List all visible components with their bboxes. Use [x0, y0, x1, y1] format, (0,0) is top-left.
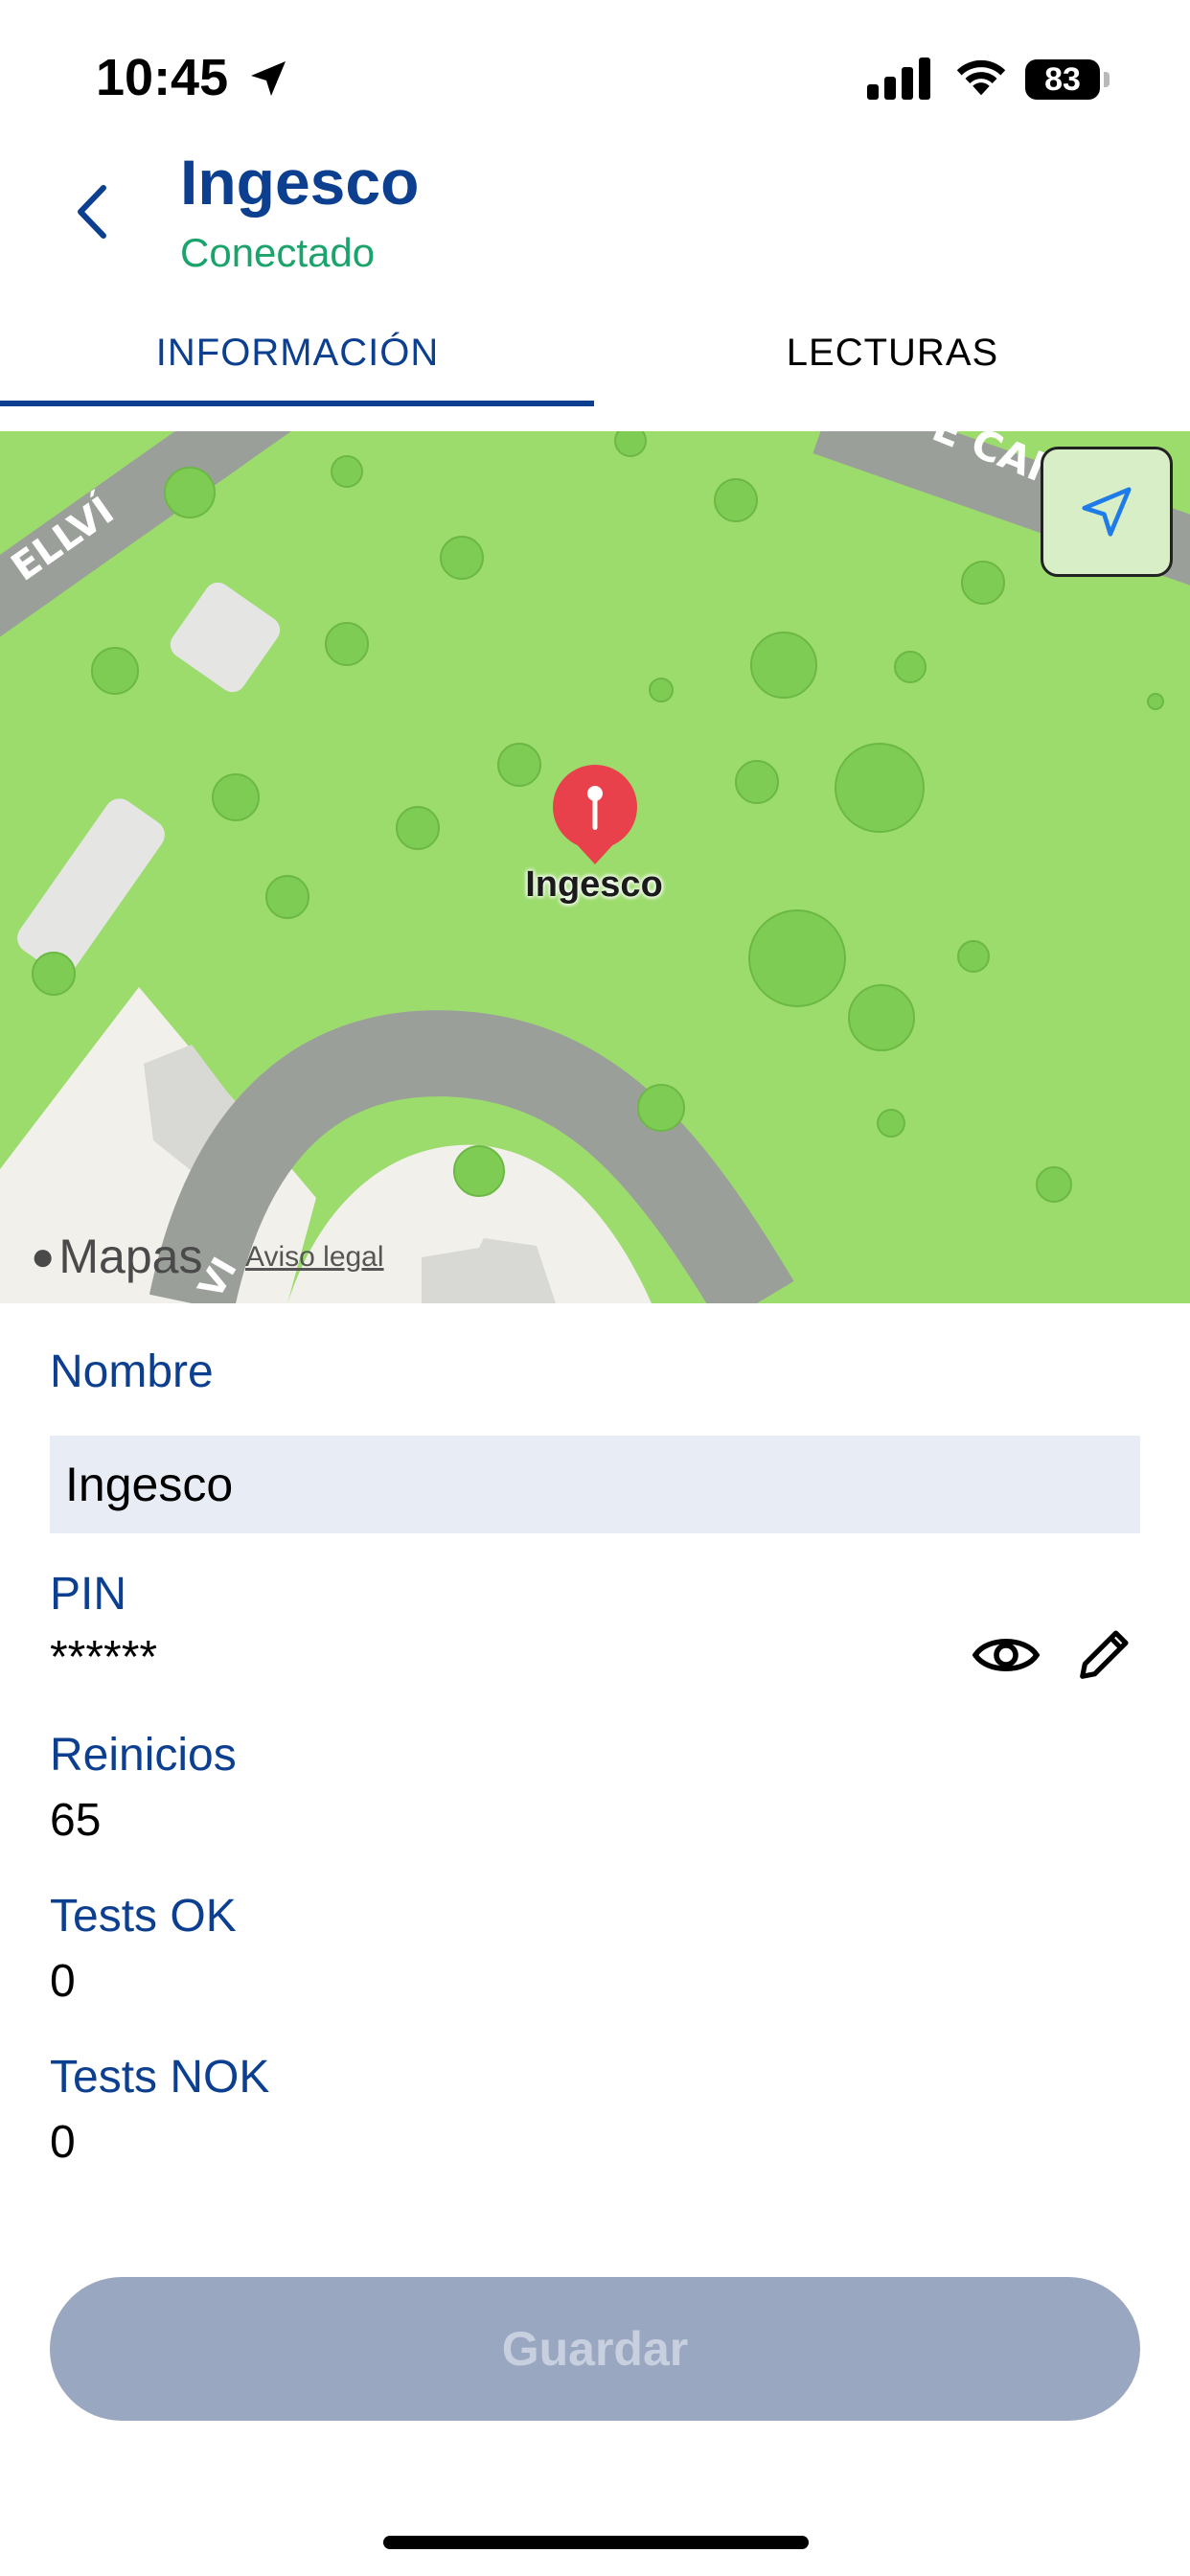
restarts-value: 65 — [50, 1795, 102, 1846]
legal-link[interactable]: Aviso legal — [245, 1241, 384, 1274]
chevron-left-icon — [78, 185, 106, 239]
tab-bar: INFORMACIÓN LECTURAS — [0, 305, 1190, 406]
wifi-icon — [956, 59, 1006, 96]
eye-icon — [972, 1638, 1041, 1672]
name-input[interactable] — [50, 1436, 1140, 1533]
pin-label: PIN — [50, 1569, 127, 1620]
street-label-left: ELLVÍ — [3, 487, 123, 589]
maps-attribution: ● Mapas — [31, 1229, 202, 1284]
tests-nok-value: 0 — [50, 2117, 76, 2168]
tab-selected-indicator — [0, 401, 594, 406]
tab-informacion[interactable]: INFORMACIÓN — [0, 305, 595, 401]
save-button[interactable]: Guardar — [50, 2277, 1140, 2421]
map-pin-icon[interactable] — [550, 765, 640, 864]
status-bar: 10:45 83 — [0, 0, 1190, 153]
name-label: Nombre — [50, 1346, 214, 1397]
page-title: Ingesco — [180, 147, 420, 218]
apple-logo-icon: ● — [31, 1233, 56, 1278]
locate-button[interactable] — [1041, 447, 1173, 577]
tests-nok-label: Tests NOK — [50, 2052, 270, 2103]
edit-pin-button[interactable] — [1067, 1616, 1142, 1692]
status-time: 10:45 — [96, 49, 229, 106]
tab-lecturas[interactable]: LECTURAS — [595, 305, 1190, 401]
tests-ok-label: Tests OK — [50, 1891, 237, 1942]
pencil-icon — [1080, 1630, 1129, 1679]
map-pin-label: Ingesco — [525, 864, 663, 905]
maps-attribution-text: Mapas — [58, 1230, 203, 1283]
pin-value: ****** — [50, 1632, 158, 1683]
home-indicator[interactable] — [383, 2536, 809, 2549]
cellular-signal-icon — [867, 58, 930, 100]
restarts-label: Reinicios — [50, 1730, 237, 1781]
location-arrow-icon — [1082, 487, 1132, 537]
battery-icon: 83 — [1025, 59, 1111, 102]
show-pin-button[interactable] — [968, 1620, 1044, 1690]
battery-level: 83 — [1044, 61, 1081, 98]
connection-status: Conectado — [180, 230, 376, 275]
location-arrow-icon — [251, 61, 286, 96]
back-button[interactable] — [63, 178, 121, 245]
tests-ok-value: 0 — [50, 1956, 76, 2007]
